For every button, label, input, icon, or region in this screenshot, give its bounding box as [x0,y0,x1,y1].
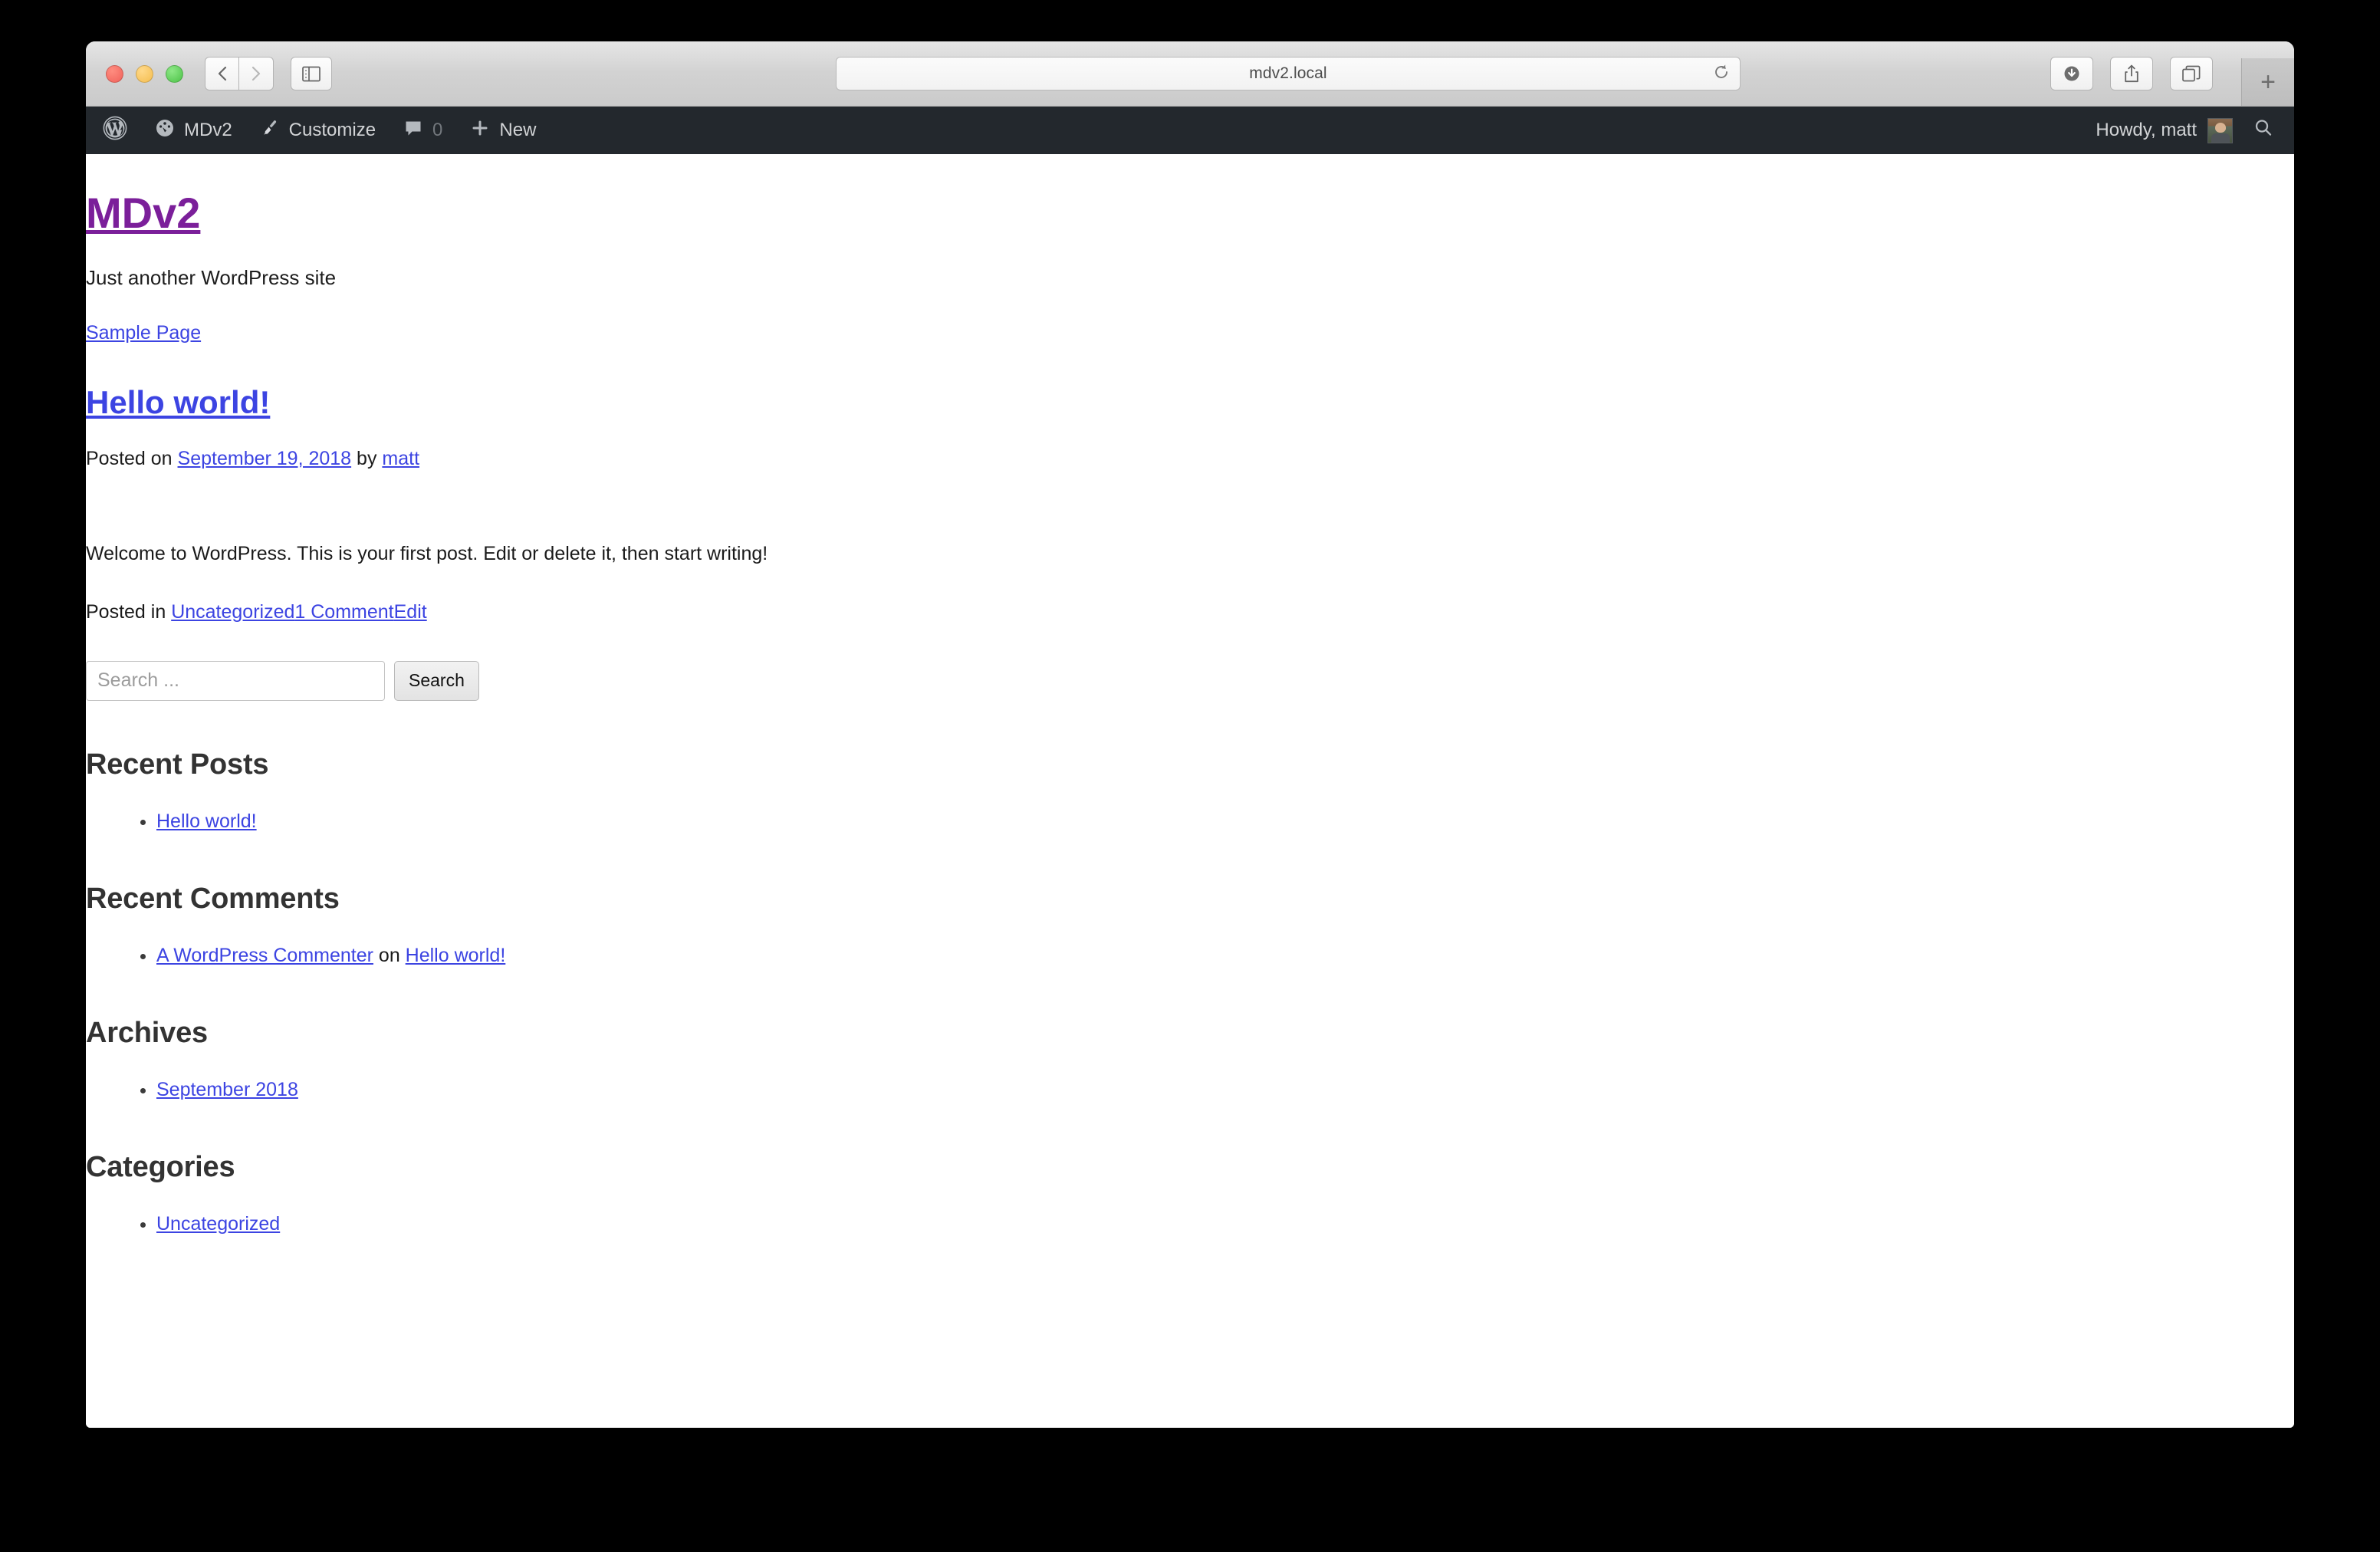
post-edit-link[interactable]: Edit [394,601,427,623]
back-button[interactable] [205,57,239,90]
search-icon [2253,117,2274,144]
sidebar-toggle-group [291,57,332,90]
url-text: mdv2.local [1249,64,1327,82]
comment-bubble-icon [403,118,423,143]
list-item: A WordPress Commenter on Hello world! [156,943,2294,969]
customize-brush-icon [260,118,280,143]
comment-post-link[interactable]: Hello world! [406,945,506,966]
navigation-buttons [205,57,274,90]
category-link[interactable]: Uncategorized [156,1213,280,1235]
wordpress-logo-icon [103,116,127,146]
post-category-link[interactable]: Uncategorized [171,601,294,623]
reload-icon [1713,64,1730,84]
share-button[interactable] [2110,57,2153,90]
admin-bar-item-site-name[interactable]: MDv2 [141,107,246,154]
post-comments-link[interactable]: 1 Comment [294,601,393,623]
browser-toolbar: mdv2.local + [86,41,2294,107]
post-meta: Posted on September 19, 2018 by matt [86,446,2294,472]
post-content: Welcome to WordPress. This is your first… [86,541,2294,567]
forward-button[interactable] [239,57,274,90]
page-title: MDv2 [86,189,2294,237]
post-author-link[interactable]: matt [382,448,419,469]
wp-admin-bar: MDv2 Customize 0 New Howdy, matt [86,107,2294,154]
browser-window: mdv2.local + MDv2 Customize 0 New Howdy,… [86,41,2294,1428]
dashboard-icon [155,118,175,143]
chevron-left-icon [216,64,228,83]
post-meta-by: by [351,448,383,470]
widget-list-recent-posts: Hello world! [86,809,2294,835]
window-controls [106,64,183,83]
post-meta-prefix: Posted on [86,448,178,470]
widget-title-categories: Categories [86,1150,235,1183]
list-item: Hello world! [156,809,2294,835]
downloads-button[interactable] [2050,57,2093,90]
admin-bar-item-customize[interactable]: Customize [246,107,390,154]
minimize-window-button[interactable] [136,64,153,83]
widget-title-recent-comments: Recent Comments [86,882,340,915]
search-submit-button[interactable]: Search [394,660,479,701]
sidebar-toggle-button[interactable] [291,57,332,90]
comment-on-text: on [373,945,406,967]
search-input[interactable] [86,660,385,701]
post-date-link[interactable]: September 19, 2018 [178,448,352,469]
chevron-right-icon [250,64,262,83]
archive-link[interactable]: September 2018 [156,1079,298,1100]
page-content: MDv2 Just another WordPress site Sample … [86,154,2294,1428]
downloads-icon [2063,64,2081,83]
search-form: Search [86,660,2294,701]
address-bar-wrapper: mdv2.local [836,57,1741,90]
share-icon [2123,64,2140,83]
admin-bar-comment-count: 0 [432,120,443,140]
post-content-paragraph: Welcome to WordPress. This is your first… [86,543,768,565]
admin-bar-label-site-name: MDv2 [184,120,232,140]
new-tab-button[interactable]: + [2241,58,2294,106]
admin-bar-item-search[interactable] [2245,117,2294,144]
howdy-label: Howdy, matt [2096,120,2197,140]
maximize-window-button[interactable] [166,64,183,83]
toolbar-right-buttons [2050,57,2213,90]
admin-bar-label-customize: Customize [288,120,376,140]
widget-list-categories: Uncategorized [86,1212,2294,1238]
widget-title-recent-posts: Recent Posts [86,748,269,781]
primary-menu: Sample Page [86,321,2294,347]
site-title-link[interactable]: MDv2 [86,189,200,237]
show-tabs-button[interactable] [2170,57,2213,90]
menu-item-sample-page[interactable]: Sample Page [86,322,201,344]
sidebar-toggle-icon [302,66,321,82]
widget-list-recent-comments: A WordPress Commenter on Hello world! [86,943,2294,969]
admin-bar-item-my-account[interactable]: Howdy, matt [2083,117,2245,143]
show-tabs-icon [2182,65,2201,82]
plus-icon: + [2260,67,2276,97]
post-footer: Posted in Uncategorized1 CommentEdit [86,600,2294,626]
address-bar[interactable]: mdv2.local [836,57,1741,90]
plus-icon [470,118,490,143]
recent-post-link[interactable]: Hello world! [156,811,257,832]
admin-bar-item-wp-logo[interactable] [86,107,141,154]
list-item: September 2018 [156,1077,2294,1103]
admin-bar-right: Howdy, matt [2083,107,2294,154]
site-wrapper: MDv2 Just another WordPress site Sample … [86,189,2294,1238]
comment-author-link[interactable]: A WordPress Commenter [156,945,373,966]
widget-list-archives: September 2018 [86,1077,2294,1103]
list-item: Uncategorized [156,1212,2294,1238]
admin-bar-item-comments[interactable]: 0 [390,107,456,154]
admin-bar-label-new: New [499,120,537,140]
post-footer-prefix: Posted in [86,600,172,623]
reload-button[interactable] [1709,61,1734,86]
close-window-button[interactable] [106,64,123,83]
post-title: Hello world! [86,384,2294,420]
avatar [2207,117,2233,143]
widget-title-archives: Archives [86,1016,208,1049]
site-tagline: Just another WordPress site [86,265,337,289]
admin-bar-item-new[interactable]: New [456,107,550,154]
post-title-link[interactable]: Hello world! [86,384,270,420]
